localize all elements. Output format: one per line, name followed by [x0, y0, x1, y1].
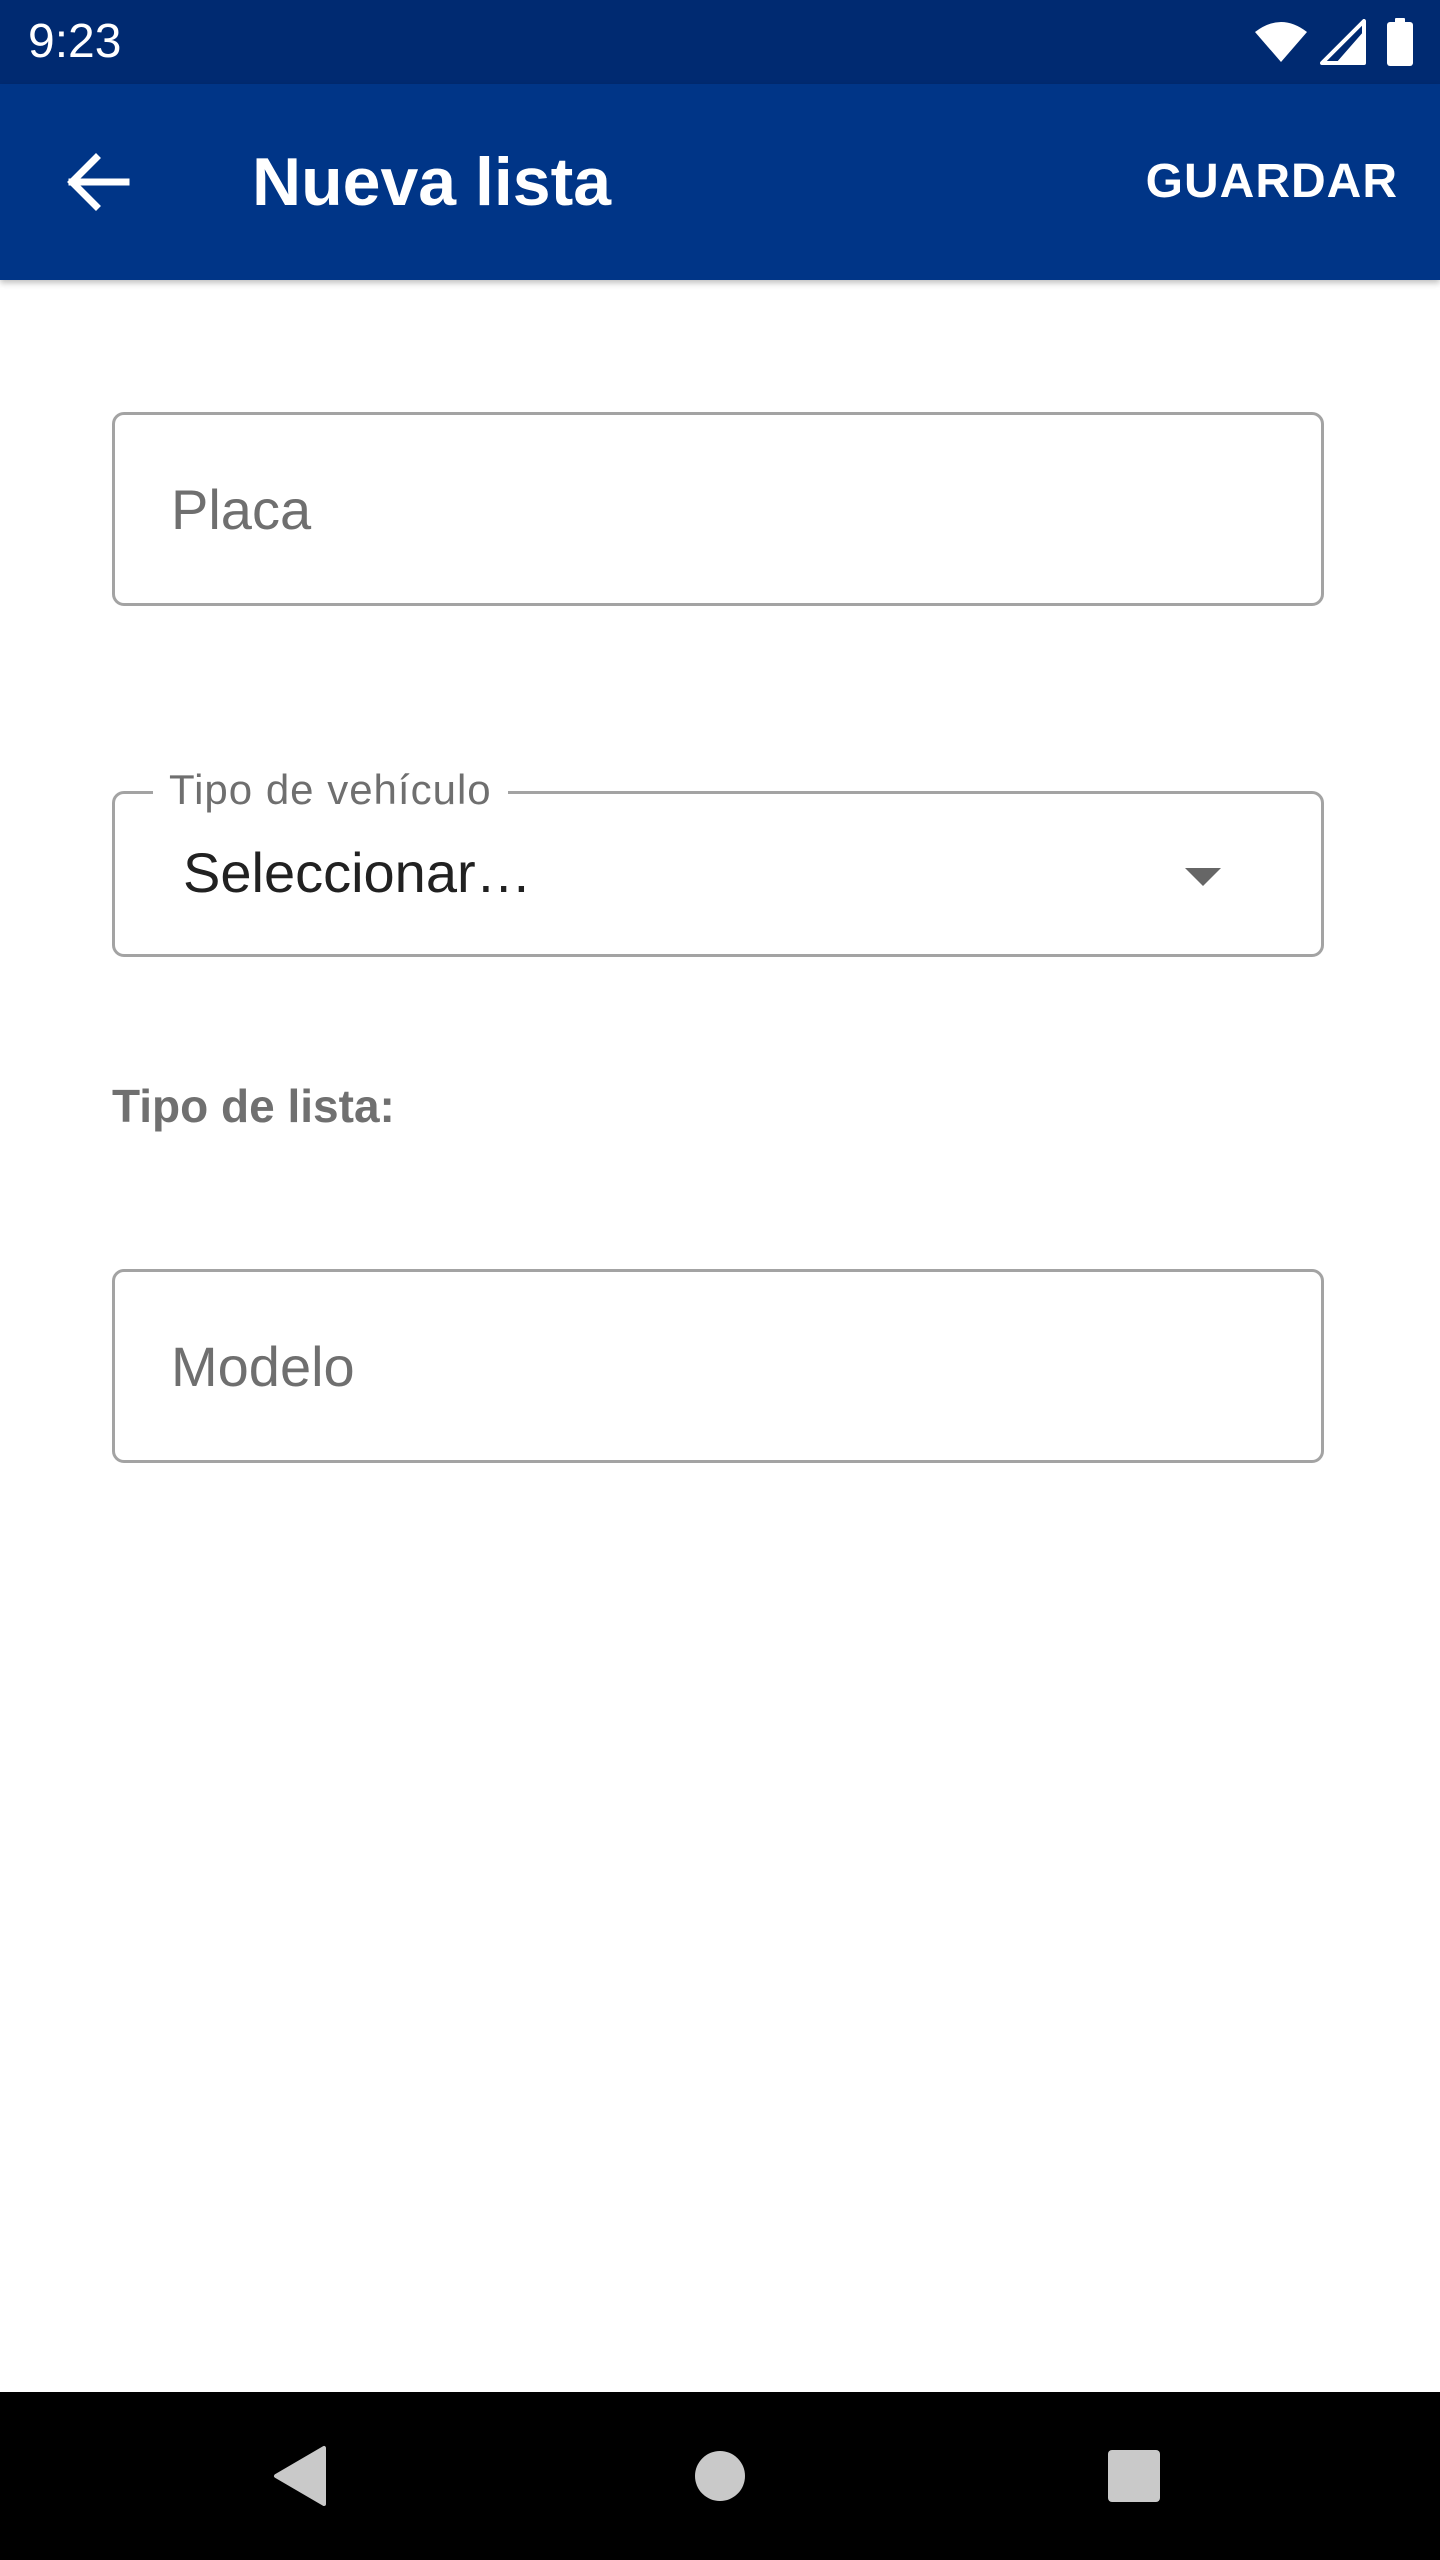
- battery-icon: [1387, 18, 1413, 66]
- wifi-icon: [1255, 22, 1307, 62]
- navigation-bar: [0, 2392, 1440, 2560]
- nav-back-icon: [274, 2446, 326, 2506]
- arrow-back-icon: [67, 153, 130, 211]
- save-button[interactable]: GUARDAR: [1146, 154, 1398, 210]
- dropdown-arrow-icon: [1185, 868, 1221, 886]
- placa-input[interactable]: [171, 415, 1271, 603]
- placa-field[interactable]: [112, 412, 1324, 606]
- app-bar: Nueva lista GUARDAR: [0, 84, 1440, 280]
- back-button[interactable]: [52, 136, 144, 228]
- nav-recents-button[interactable]: [1064, 2392, 1204, 2560]
- status-time: 9:23: [28, 15, 122, 68]
- nav-home-button[interactable]: [650, 2392, 790, 2560]
- vehicle-type-value: Seleccionar…: [183, 841, 532, 904]
- vehicle-type-select[interactable]: Tipo de vehículo Seleccionar…: [112, 760, 1324, 957]
- nav-recents-icon: [1108, 2450, 1160, 2502]
- status-bar: 9:23: [0, 0, 1440, 84]
- status-icons: [1254, 18, 1414, 66]
- modelo-field[interactable]: [112, 1269, 1324, 1463]
- nav-home-icon: [695, 2451, 745, 2501]
- page-title: Nueva lista: [252, 144, 612, 220]
- cell-signal-icon: [1320, 19, 1366, 65]
- vehicle-type-label: Tipo de vehículo: [153, 760, 508, 820]
- list-type-label: Tipo de lista:: [112, 1080, 395, 1132]
- nav-back-button[interactable]: [230, 2392, 370, 2560]
- modelo-input[interactable]: [171, 1272, 1271, 1460]
